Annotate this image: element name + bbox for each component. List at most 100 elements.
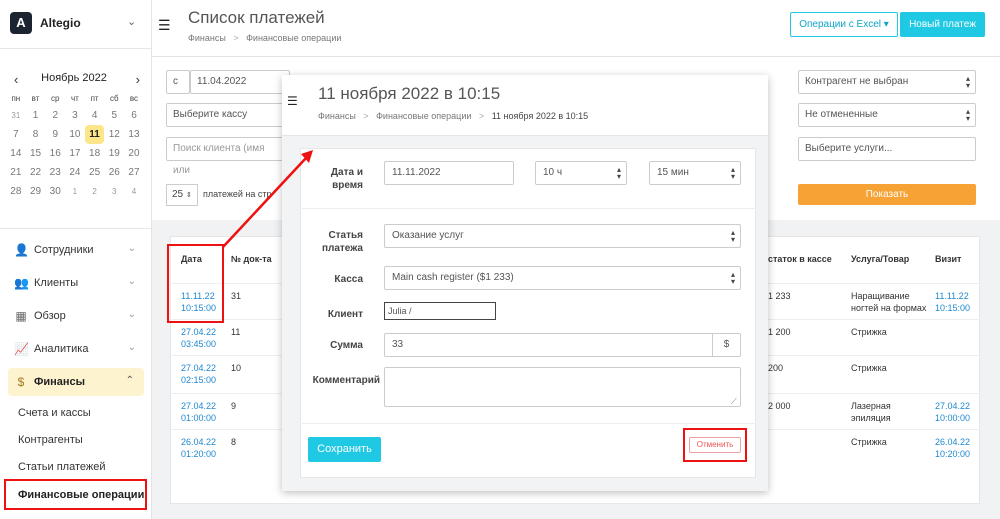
row-date-link[interactable]: 27.04.22 [181, 326, 216, 338]
breadcrumb-item[interactable]: Финансы [188, 33, 226, 43]
nav-item-analytics[interactable]: 📈 Аналитика ⌄ [0, 335, 152, 363]
calendar-day[interactable]: 29 [26, 182, 46, 201]
new-payment-button[interactable]: Новый платеж [900, 12, 985, 37]
col-header-balance[interactable]: статок в кассе [768, 254, 832, 264]
calendar-day[interactable]: 27 [124, 163, 144, 182]
row-time-link[interactable]: 02:15:00 [181, 374, 216, 386]
calendar-day[interactable]: 21 [6, 163, 26, 182]
col-header-doc[interactable]: № док-та [231, 254, 272, 264]
menu-icon[interactable]: ☰ [158, 17, 171, 34]
row-visit-link[interactable]: 10:15:00 [935, 302, 970, 314]
client-input[interactable]: Julia / [384, 302, 496, 320]
calendar-day[interactable]: 25 [85, 163, 105, 182]
label-client: Клиент [327, 309, 363, 320]
row-visit-link[interactable]: 10:00:00 [935, 412, 970, 424]
row-time-link[interactable]: 10:15:00 [181, 302, 216, 314]
calendar-day[interactable]: 18 [85, 144, 105, 163]
calendar-day[interactable]: 19 [104, 144, 124, 163]
calendar-day[interactable]: 8 [26, 125, 46, 144]
breadcrumb-item[interactable]: Финансы [318, 111, 356, 121]
calendar-day[interactable]: 20 [124, 144, 144, 163]
resize-handle-icon[interactable]: ⟋ [731, 397, 737, 407]
per-page-select[interactable]: 25 ⇕ [166, 184, 198, 206]
row-date-link[interactable]: 11.11.22 [181, 290, 215, 302]
breadcrumb-item[interactable]: Финансовые операции [376, 111, 471, 121]
calendar-day[interactable]: 28 [6, 182, 26, 201]
brand-name[interactable]: Altegio [40, 16, 81, 30]
cancelled-select[interactable]: Не отмененные ▴ ▾ [798, 103, 976, 127]
payment-item-select[interactable]: Оказание услуг ▴ ▾ [384, 224, 741, 248]
row-visit-link[interactable]: 27.04.22 [935, 400, 970, 412]
amount-input[interactable]: 33 $ [384, 333, 741, 357]
nav-item-overview[interactable]: ▦ Обзор ⌄ [0, 302, 152, 330]
calendar-day[interactable]: 2 [85, 182, 105, 201]
calendar-day[interactable]: 31 [6, 106, 26, 125]
cancel-button[interactable]: Отменить [689, 437, 741, 453]
calendar-day[interactable]: 16 [45, 144, 65, 163]
services-select[interactable]: Выберите услуги... [798, 137, 976, 161]
calendar-day[interactable]: 15 [26, 144, 46, 163]
modal-title: 11 ноября 2022 в 10:15 [318, 84, 501, 103]
subnav-counterparties[interactable]: Контрагенты [18, 434, 83, 446]
cash-register-select[interactable]: Main cash register ($1 233) ▴ ▾ [384, 266, 741, 290]
subnav-payment-items[interactable]: Статьи платежей [18, 461, 105, 473]
calendar-day[interactable]: 1 [26, 106, 46, 125]
col-header-service[interactable]: Услуга/Товар [851, 254, 909, 264]
nav-item-finance[interactable]: $ Финансы ⌃ [8, 368, 144, 396]
calendar-day[interactable]: 4 [124, 182, 144, 201]
calendar-day[interactable]: 3 [104, 182, 124, 201]
calendar-day[interactable]: 11 [84, 125, 105, 144]
date-from-input[interactable]: 11.04.2022 [190, 70, 290, 94]
client-search-input[interactable]: Поиск клиента (имя или [166, 137, 284, 176]
row-time-link[interactable]: 03:45:00 [181, 338, 216, 350]
calendar-day[interactable]: 26 [104, 163, 124, 182]
altegio-logo-icon[interactable]: A [10, 12, 32, 34]
calendar-day[interactable]: 6 [124, 106, 144, 125]
calendar-day[interactable]: 13 [124, 125, 144, 144]
calendar-day[interactable]: 12 [104, 125, 124, 144]
menu-icon[interactable]: ☰ [287, 94, 298, 108]
calendar-day[interactable]: 5 [104, 106, 124, 125]
calendar-day[interactable]: 4 [85, 106, 105, 125]
row-visit-link[interactable]: 11.11.22 [935, 290, 969, 302]
calendar-day[interactable]: 24 [65, 163, 85, 182]
row-date-link[interactable]: 27.04.22 [181, 362, 216, 374]
row-visit-link[interactable]: 10:20:00 [935, 448, 970, 460]
date-input[interactable]: 11.11.2022 [384, 161, 514, 185]
subnav-financial-operations[interactable]: Финансовые операции [18, 489, 144, 501]
calendar-day[interactable]: 23 [45, 163, 65, 182]
breadcrumb-current: 11 ноября 2022 в 10:15 [491, 111, 589, 121]
breadcrumb-item[interactable]: Финансовые операции [246, 33, 341, 43]
calendar-day[interactable]: 14 [6, 144, 26, 163]
cash-select[interactable]: Выберите кассу [166, 103, 284, 127]
show-button[interactable]: Показать [798, 184, 976, 205]
row-time-link[interactable]: 01:00:00 [181, 412, 216, 424]
nav-item-employees[interactable]: 👤 Сотрудники ⌄ [0, 236, 152, 264]
calendar-day[interactable]: 7 [6, 125, 26, 144]
minutes-select[interactable]: 15 мин ▴ ▾ [649, 161, 741, 185]
row-time-link[interactable]: 01:20:00 [181, 448, 216, 460]
nav-item-clients[interactable]: 👥 Клиенты ⌄ [0, 269, 152, 297]
row-visit-link[interactable]: 26.04.22 [935, 436, 970, 448]
calendar-day[interactable]: 17 [65, 144, 85, 163]
row-service: ногтей на формах [851, 303, 927, 313]
calendar-day[interactable]: 9 [45, 125, 65, 144]
calendar-day[interactable]: 1 [65, 182, 85, 201]
excel-operations-button[interactable]: Операции с Excel ▾ [790, 12, 898, 37]
col-header-visit[interactable]: Визит [935, 254, 961, 264]
calendar-day[interactable]: 22 [26, 163, 46, 182]
counterparty-select[interactable]: Контрагент не выбран ▴ ▾ [798, 70, 976, 94]
comment-textarea[interactable] [384, 367, 741, 407]
col-header-date[interactable]: Дата [181, 254, 202, 264]
calendar-day[interactable]: 3 [65, 106, 85, 125]
row-date-link[interactable]: 27.04.22 [181, 400, 216, 412]
chevron-down-icon[interactable]: ⌄ [127, 15, 136, 28]
row-date-link[interactable]: 26.04.22 [181, 436, 216, 448]
calendar-day[interactable]: 10 [65, 125, 85, 144]
save-button[interactable]: Сохранить [308, 437, 381, 462]
subnav-accounts[interactable]: Счета и кассы [18, 407, 91, 419]
calendar-day[interactable]: 30 [45, 182, 65, 201]
calendar-day[interactable]: 2 [45, 106, 65, 125]
calendar-next-icon[interactable]: › [136, 72, 140, 87]
hours-select[interactable]: 10 ч ▴ ▾ [535, 161, 627, 185]
